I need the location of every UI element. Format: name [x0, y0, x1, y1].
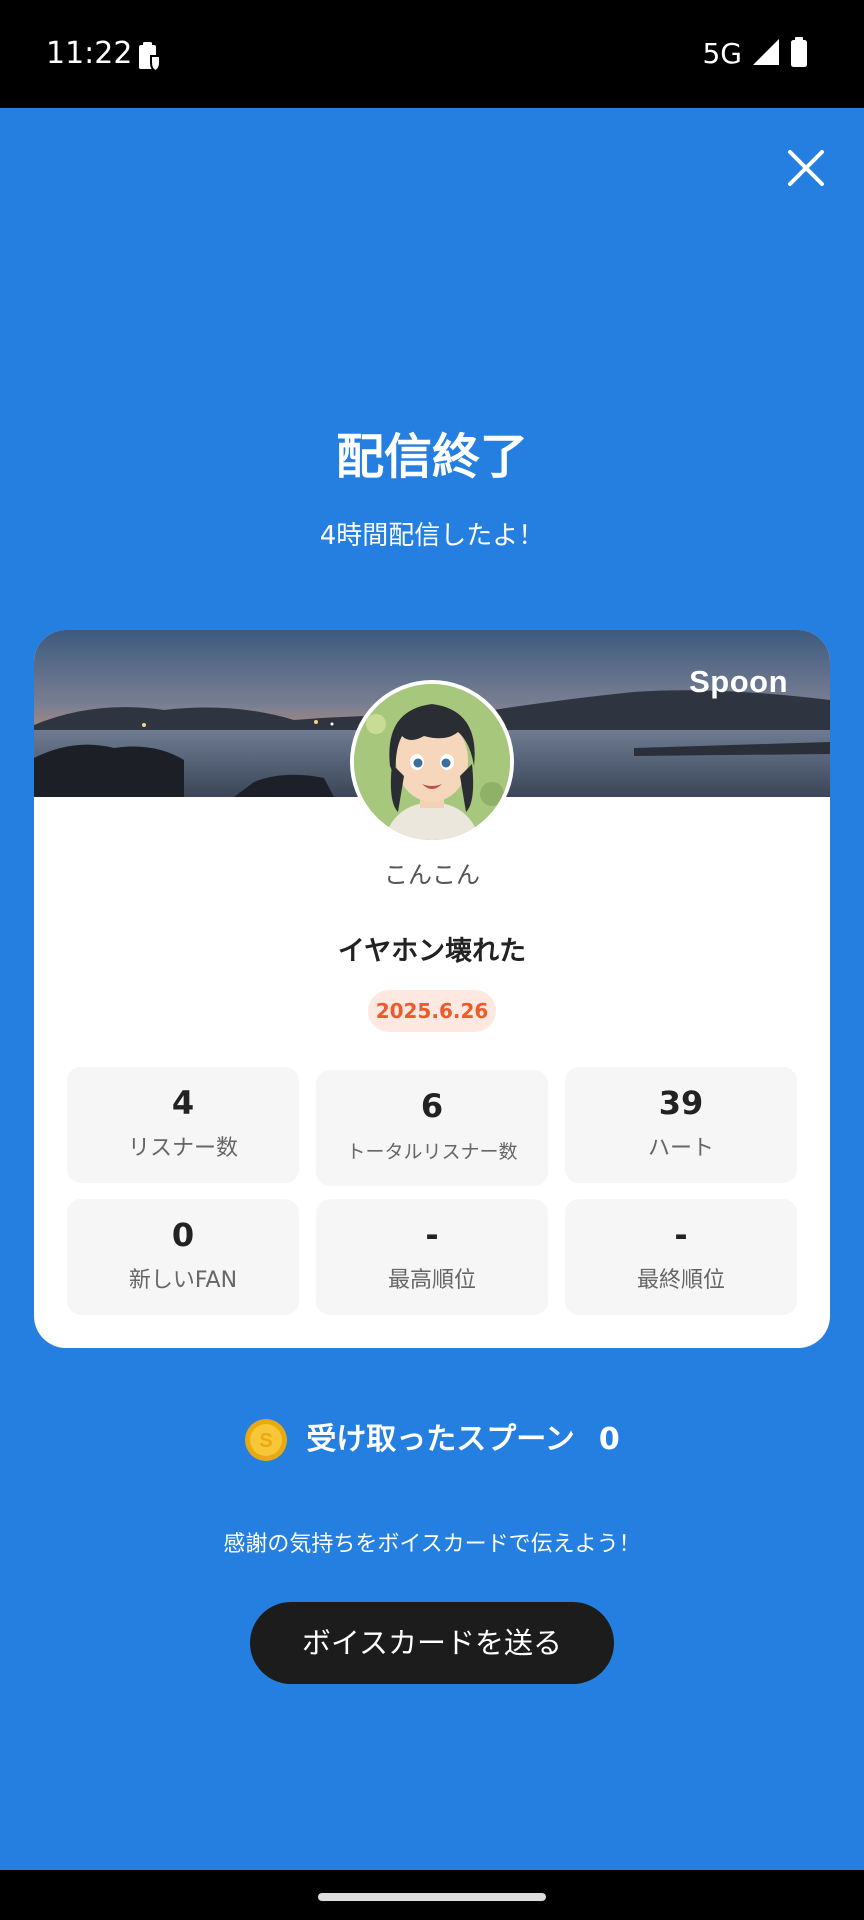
stat-label: ハート	[647, 1136, 714, 1161]
stat-highest-rank: - 最高順位	[316, 1199, 548, 1315]
network-type: 5G	[702, 37, 742, 70]
spoon-logo: Spoon	[689, 664, 788, 699]
date-badge: 2025.6.26	[368, 990, 496, 1032]
page-subtitle: 4時間配信したよ！	[319, 521, 545, 551]
stat-value: 0	[171, 1216, 195, 1254]
close-button[interactable]	[780, 142, 832, 194]
received-spoons-count: 0	[598, 1422, 620, 1457]
svg-text:S: S	[260, 1430, 273, 1452]
stat-label: 最高順位	[387, 1268, 476, 1293]
stat-value: 4	[171, 1084, 195, 1122]
voice-card-hint: 感謝の気持ちをボイスカードで伝えよう！	[223, 1532, 641, 1557]
received-spoons: S 受け取ったスプーン 0	[0, 1415, 864, 1465]
stat-value: -	[674, 1216, 688, 1254]
status-time: 11:22	[46, 36, 133, 71]
stat-total-listeners: 6 トータルリスナー数	[316, 1070, 548, 1186]
stat-value: -	[425, 1216, 439, 1254]
home-indicator[interactable]	[318, 1893, 546, 1901]
stat-hearts: 39 ハート	[565, 1067, 797, 1183]
stream-title: イヤホン壊れた	[337, 936, 527, 967]
clipboard-lock-icon	[136, 40, 164, 73]
status-bar: 11:22 5G	[0, 0, 864, 108]
stat-listeners: 4 リスナー数	[67, 1067, 299, 1183]
username: こんこん	[384, 861, 480, 889]
broadcast-summary-card: Spoon こんこん イヤホン壊れた 2025.6.26 4 リスナー数 6 ト…	[34, 630, 830, 1348]
battery-icon	[790, 37, 808, 71]
stat-new-fans: 0 新しいFAN	[67, 1199, 299, 1315]
stat-label: リスナー数	[127, 1136, 238, 1161]
send-voice-card-button[interactable]: ボイスカードを送る	[250, 1602, 614, 1684]
avatar[interactable]	[350, 680, 514, 844]
stat-label: 最終順位	[636, 1268, 725, 1293]
status-indicators: 5G	[702, 36, 808, 72]
stat-final-rank: - 最終順位	[565, 1199, 797, 1315]
spoon-coin-icon: S	[245, 1419, 288, 1461]
signal-icon	[752, 38, 780, 70]
stat-label: 新しいFAN	[128, 1268, 238, 1293]
page-title: 配信終了	[335, 429, 528, 485]
received-spoons-label: 受け取ったスプーン	[306, 1422, 575, 1457]
close-icon	[788, 150, 824, 186]
stat-value: 6	[420, 1087, 444, 1125]
stat-value: 39	[658, 1084, 704, 1122]
stat-label: トータルリスナー数	[346, 1141, 518, 1163]
